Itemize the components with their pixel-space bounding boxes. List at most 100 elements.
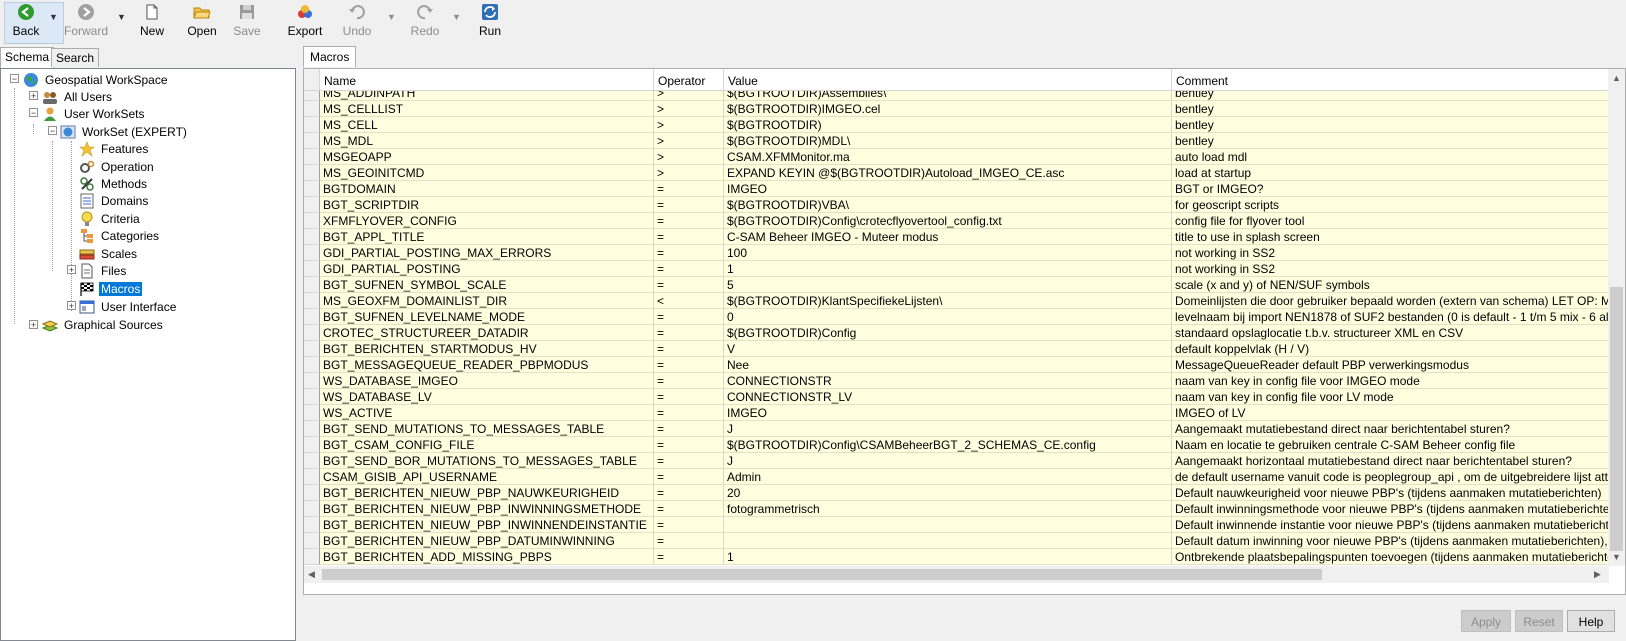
cell-operator[interactable]: =	[654, 181, 724, 197]
cell-operator[interactable]: =	[654, 469, 724, 485]
cell-comment[interactable]: bentley	[1172, 117, 1609, 133]
scroll-right-icon[interactable]: ▶	[1594, 569, 1601, 580]
cell-name[interactable]: WS_DATABASE_LV	[320, 389, 654, 405]
row-header[interactable]	[304, 101, 320, 117]
tree-node-geospatial-workspace[interactable]: Geospatial WorkSpace	[23, 70, 170, 88]
cell-operator[interactable]: <	[654, 293, 724, 309]
table-row[interactable]: CROTEC_STRUCTUREER_DATADIR = $(BGTROOTDIR)…	[304, 325, 1609, 341]
open-button[interactable]: Open	[187, 3, 217, 41]
table-row[interactable]: BGTDOMAIN = IMGEO BGT or IMGEO?	[304, 181, 1609, 197]
cell-operator[interactable]: =	[654, 245, 724, 261]
cell-comment[interactable]: standaard opslaglocatie t.b.v. structure…	[1172, 325, 1609, 341]
cell-operator[interactable]: =	[654, 213, 724, 229]
cell-comment[interactable]: bentley	[1172, 91, 1609, 101]
collapse-workset-icon[interactable]: −	[48, 126, 57, 136]
table-row[interactable]: BGT_SCRIPTDIR = $(BGTROOTDIR)VBA\ for geosc…	[304, 197, 1609, 213]
row-header[interactable]	[304, 405, 320, 421]
cell-operator[interactable]: =	[654, 325, 724, 341]
cell-name[interactable]: WS_ACTIVE	[320, 405, 654, 421]
cell-name[interactable]: MS_ADDINPATH	[320, 91, 654, 101]
cell-name[interactable]: GDI_PARTIAL_POSTING_MAX_ERRORS	[320, 245, 654, 261]
cell-comment[interactable]: Aangemaakt horizontaal mutatiebestand di…	[1172, 453, 1609, 469]
cell-name[interactable]: MS_CELL	[320, 117, 654, 133]
cell-name[interactable]: BGT_BERICHTEN_NIEUW_PBP_NAUWKEURIGHEID	[320, 485, 654, 501]
table-row[interactable]: BGT_BERICHTEN_NIEUW_PBP_DATUMINWINNING = D…	[304, 533, 1609, 549]
cell-name[interactable]: BGT_SUFNEN_SYMBOL_SCALE	[320, 277, 654, 293]
tab-search[interactable]: Search	[51, 48, 100, 67]
cell-name[interactable]: BGT_BERICHTEN_NIEUW_PBP_INWINNENDEINSTAN…	[320, 517, 654, 533]
cell-operator[interactable]: =	[654, 261, 724, 277]
undo-button[interactable]: Undo	[342, 3, 372, 41]
scroll-up-icon[interactable]: ▲	[1612, 73, 1621, 83]
row-header[interactable]	[304, 261, 320, 277]
row-header[interactable]	[304, 133, 320, 149]
horizontal-scroll-thumb[interactable]	[322, 569, 1322, 580]
cell-value[interactable]: CONNECTIONSTR_LV	[724, 389, 1172, 405]
scroll-down-icon[interactable]: ▼	[1612, 552, 1621, 562]
table-row[interactable]: MS_CELLLIST > $(BGTROOTDIR)IMGEO.cel bentle…	[304, 101, 1609, 117]
cell-operator[interactable]: =	[654, 549, 724, 565]
cell-name[interactable]: MS_MDL	[320, 133, 654, 149]
cell-name[interactable]: BGT_SEND_BOR_MUTATIONS_TO_MESSAGES_TABLE	[320, 453, 654, 469]
cell-operator[interactable]: =	[654, 229, 724, 245]
expand-files-icon[interactable]: +	[67, 265, 76, 275]
cell-value[interactable]	[724, 533, 1172, 549]
cell-comment[interactable]: Default datum inwinning voor nieuwe PBP'…	[1172, 533, 1609, 549]
cell-name[interactable]: CSAM_GISIB_API_USERNAME	[320, 469, 654, 485]
cell-value[interactable]: C-SAM Beheer IMGEO - Muteer modus	[724, 229, 1172, 245]
cell-value[interactable]: EXPAND KEYIN @$(BGTROOTDIR)Autoload_IMGE…	[724, 165, 1172, 181]
cell-comment[interactable]: bentley	[1172, 133, 1609, 149]
table-row[interactable]: BGT_SUFNEN_LEVELNAME_MODE = 0 levelnaam bij…	[304, 309, 1609, 325]
cell-value[interactable]: $(BGTROOTDIR)Config	[724, 325, 1172, 341]
cell-name[interactable]: BGTDOMAIN	[320, 181, 654, 197]
tree-node-scales[interactable]: Scales	[79, 244, 139, 262]
cell-comment[interactable]: not working in SS2	[1172, 245, 1609, 261]
cell-comment[interactable]: for geoscript scripts	[1172, 197, 1609, 213]
row-header[interactable]	[304, 293, 320, 309]
cell-value[interactable]: V	[724, 341, 1172, 357]
table-row[interactable]: BGT_CSAM_CONFIG_FILE = $(BGTROOTDIR)Config…	[304, 437, 1609, 453]
cell-operator[interactable]: >	[654, 149, 724, 165]
cell-operator[interactable]: >	[654, 165, 724, 181]
apply-button[interactable]: Apply	[1461, 610, 1511, 632]
cell-value[interactable]: 20	[724, 485, 1172, 501]
cell-value[interactable]: $(BGTROOTDIR)	[724, 117, 1172, 133]
help-button[interactable]: Help	[1567, 610, 1615, 632]
cell-name[interactable]: BGT_SCRIPTDIR	[320, 197, 654, 213]
table-row[interactable]: MS_MDL > $(BGTROOTDIR)MDL\ bentley	[304, 133, 1609, 149]
expand-all-users-icon[interactable]: +	[29, 91, 38, 101]
cell-operator[interactable]: =	[654, 405, 724, 421]
cell-operator[interactable]: =	[654, 277, 724, 293]
expand-graphical-sources-icon[interactable]: +	[29, 320, 38, 330]
row-header[interactable]	[304, 485, 320, 501]
column-header-comment[interactable]: Comment	[1172, 69, 1609, 91]
cell-value[interactable]: CSAM.XFMMonitor.ma	[724, 149, 1172, 165]
cell-operator[interactable]: =	[654, 501, 724, 517]
cell-name[interactable]: MS_GEOXFM_DOMAINLIST_DIR	[320, 293, 654, 309]
row-header[interactable]	[304, 197, 320, 213]
cell-operator[interactable]: =	[654, 309, 724, 325]
cell-comment[interactable]: config file for flyover tool	[1172, 213, 1609, 229]
row-header[interactable]	[304, 213, 320, 229]
row-header[interactable]	[304, 245, 320, 261]
column-header-operator[interactable]: Operator	[654, 69, 724, 91]
collapse-user-worksets-icon[interactable]: −	[29, 108, 38, 118]
cell-operator[interactable]: >	[654, 117, 724, 133]
cell-operator[interactable]: >	[654, 91, 724, 101]
row-header[interactable]	[304, 437, 320, 453]
row-header[interactable]	[304, 181, 320, 197]
cell-comment[interactable]: title to use in splash screen	[1172, 229, 1609, 245]
save-button[interactable]: Save	[232, 3, 262, 41]
cell-name[interactable]: BGT_BERICHTEN_NIEUW_PBP_DATUMINWINNING	[320, 533, 654, 549]
cell-name[interactable]: BGT_MESSAGEQUEUE_READER_PBPMODUS	[320, 357, 654, 373]
cell-operator[interactable]: =	[654, 389, 724, 405]
run-button[interactable]: Run	[477, 3, 503, 41]
row-header[interactable]	[304, 533, 320, 549]
table-row[interactable]: BGT_SUFNEN_SYMBOL_SCALE = 5 scale (x and y)…	[304, 277, 1609, 293]
column-header-name[interactable]: Name	[320, 69, 654, 91]
column-header-value[interactable]: Value	[724, 69, 1172, 91]
tree-node-criteria[interactable]: Criteria	[79, 209, 142, 227]
table-row[interactable]: BGT_BERICHTEN_ADD_MISSING_PBPS = 1 Ontbreke…	[304, 549, 1609, 565]
cell-value[interactable]: $(BGTROOTDIR)KlantSpecifiekeLijsten\	[724, 293, 1172, 309]
cell-name[interactable]: MS_GEOINITCMD	[320, 165, 654, 181]
